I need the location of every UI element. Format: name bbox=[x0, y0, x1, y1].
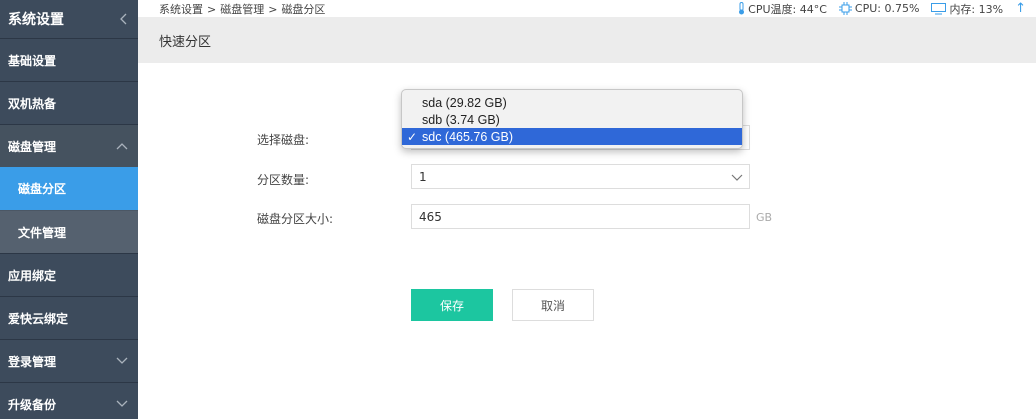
section-title: 快速分区 bbox=[159, 34, 212, 50]
chevron-up-icon bbox=[116, 142, 128, 150]
sidebar-header[interactable]: 系统设置 bbox=[0, 0, 138, 38]
sidebar-item-login-management[interactable]: 登录管理 bbox=[0, 339, 138, 382]
sidebar-item-label: 双机热备 bbox=[8, 96, 57, 111]
top-bar: 系统设置 > 磁盘管理 > 磁盘分区 CPU温度: 44°C CPU: 0.75% 内存… bbox=[138, 0, 1036, 17]
size-unit: GB bbox=[756, 211, 773, 224]
section-header: 快速分区 bbox=[138, 17, 1036, 63]
option-label: sdb (3.74 GB) bbox=[422, 112, 500, 127]
dropdown-option-sdb[interactable]: sdb (3.74 GB) bbox=[402, 111, 742, 128]
sidebar-item-upgrade-backup[interactable]: 升级备份 bbox=[0, 382, 138, 419]
sidebar-item-basic-settings[interactable]: 基础设置 bbox=[0, 38, 138, 81]
sidebar-item-label: 磁盘管理 bbox=[8, 139, 57, 154]
breadcrumb: 系统设置 > 磁盘管理 > 磁盘分区 bbox=[159, 1, 329, 17]
sidebar-item-file-management[interactable]: 文件管理 bbox=[0, 210, 138, 253]
disk-dropdown-menu: sda (29.82 GB) sdb (3.74 GB) ✓ sdc (465.… bbox=[401, 89, 743, 149]
cpu-temp-text: CPU温度: 44°C bbox=[748, 2, 827, 16]
sidebar-item-disk-management[interactable]: 磁盘管理 bbox=[0, 124, 138, 167]
checkmark-icon: ✓ bbox=[407, 129, 418, 144]
sidebar-item-label: 登录管理 bbox=[8, 354, 57, 369]
save-button[interactable]: 保存 bbox=[411, 289, 493, 321]
chevron-down-icon bbox=[731, 170, 743, 184]
sidebar-item-label: 磁盘分区 bbox=[18, 182, 67, 196]
breadcrumb-current: 磁盘分区 bbox=[281, 2, 326, 16]
cpu-stat: CPU: 0.75% bbox=[838, 2, 920, 15]
sidebar-item-cloud-binding[interactable]: 爱快云绑定 bbox=[0, 296, 138, 339]
option-label: sda (29.82 GB) bbox=[422, 95, 507, 110]
cpu-temp-stat: CPU温度: 44°C bbox=[738, 1, 827, 17]
partition-count-select[interactable]: 1 bbox=[411, 164, 750, 189]
monitor-icon bbox=[931, 2, 947, 15]
sidebar-item-label: 应用绑定 bbox=[8, 268, 57, 283]
disk-select-label: 选择磁盘: bbox=[257, 133, 310, 147]
partition-size-input[interactable] bbox=[411, 204, 750, 229]
sidebar-item-label: 基础设置 bbox=[8, 53, 57, 68]
cancel-button[interactable]: 取消 bbox=[512, 289, 594, 321]
breadcrumb-separator: > bbox=[268, 2, 278, 16]
thermometer-icon bbox=[738, 2, 745, 15]
dropdown-option-sdc[interactable]: ✓ sdc (465.76 GB) bbox=[402, 128, 742, 145]
sidebar-item-label: 文件管理 bbox=[18, 225, 67, 240]
sidebar-item-label: 升级备份 bbox=[8, 397, 57, 412]
arrow-up-icon[interactable]: ↑ bbox=[1015, 1, 1026, 16]
partition-count-value: 1 bbox=[419, 169, 427, 184]
sidebar-item-hot-standby[interactable]: 双机热备 bbox=[0, 81, 138, 124]
memory-text: 内存: 13% bbox=[949, 2, 1004, 16]
system-stats: CPU温度: 44°C CPU: 0.75% 内存: 13% ↑ bbox=[738, 1, 1026, 17]
breadcrumb-separator: > bbox=[207, 2, 217, 16]
chevron-down-icon bbox=[116, 400, 128, 408]
partition-count-label: 分区数量: bbox=[257, 173, 310, 187]
sidebar-item-app-binding[interactable]: 应用绑定 bbox=[0, 253, 138, 296]
sidebar-title: 系统设置 bbox=[8, 12, 64, 28]
chip-icon bbox=[838, 2, 852, 15]
dropdown-option-sda[interactable]: sda (29.82 GB) bbox=[402, 94, 742, 111]
memory-stat: 内存: 13% bbox=[931, 1, 1003, 17]
sidebar: 系统设置 基础设置 双机热备 磁盘管理 磁盘分区 文件管理 应用绑定 爱快云绑定… bbox=[0, 0, 138, 419]
partition-size-label: 磁盘分区大小: bbox=[257, 212, 334, 226]
chevron-down-icon bbox=[116, 357, 128, 365]
breadcrumb-item[interactable]: 系统设置 bbox=[159, 3, 203, 16]
chevron-left-icon[interactable] bbox=[120, 13, 128, 25]
sidebar-item-disk-partition[interactable]: 磁盘分区 bbox=[0, 167, 138, 210]
sidebar-item-label: 爱快云绑定 bbox=[8, 311, 69, 326]
option-label: sdc (465.76 GB) bbox=[422, 129, 514, 144]
cpu-text: CPU: 0.75% bbox=[854, 2, 920, 15]
breadcrumb-item[interactable]: 磁盘管理 bbox=[220, 3, 264, 16]
